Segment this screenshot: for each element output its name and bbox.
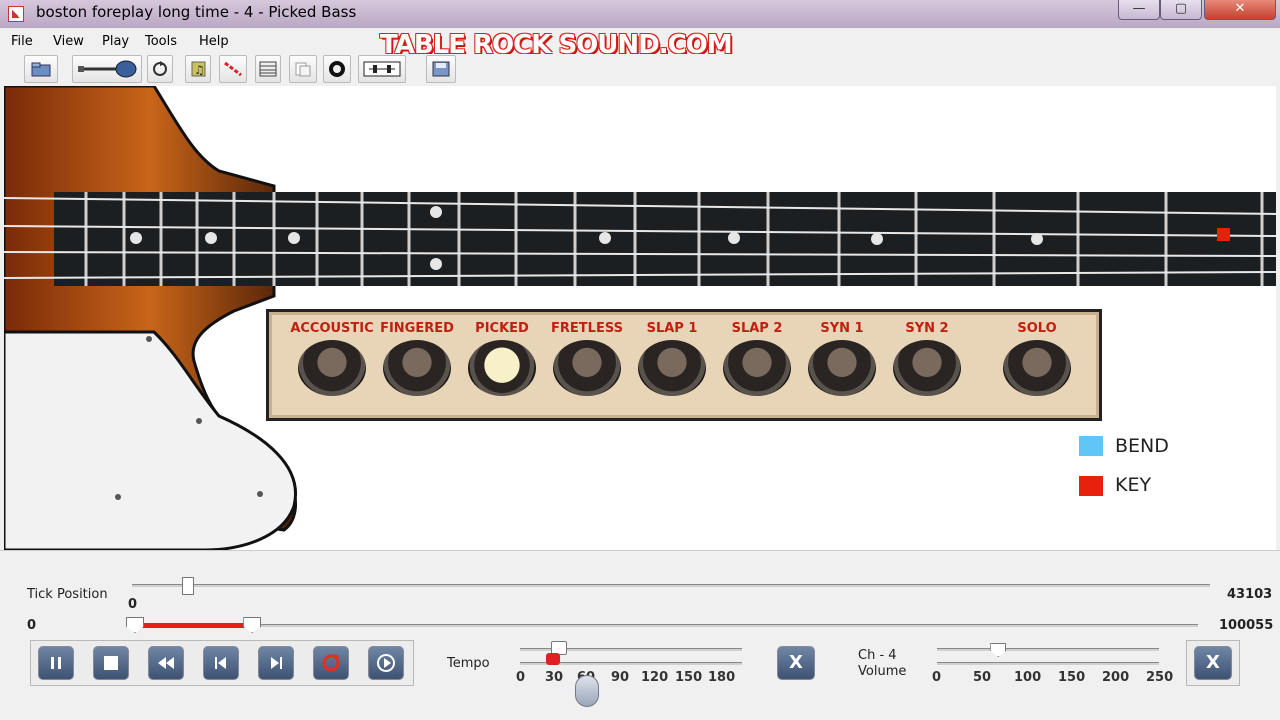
loop-icon[interactable] (147, 55, 173, 83)
tempo-tick: 30 (545, 670, 564, 685)
transport-area (0, 550, 1280, 720)
music-note-icon[interactable]: ♫ (185, 55, 211, 83)
tempo-label: Tempo (447, 656, 490, 671)
tempo-tick: 180 (708, 670, 736, 685)
menu-tools[interactable]: Tools (145, 34, 177, 49)
channel-label: Ch - 4 (858, 648, 897, 663)
previous-button[interactable] (203, 646, 239, 680)
toolbar: ♫ (0, 54, 1280, 86)
mixer-icon[interactable] (358, 55, 406, 83)
range-max: 100055 (1219, 618, 1274, 633)
tempo-marker (546, 653, 560, 665)
loop-reset-button[interactable] (313, 646, 349, 680)
pause-icon (51, 657, 61, 669)
close-window-button[interactable]: ✕ (1204, 0, 1276, 20)
rewind-button[interactable] (148, 646, 184, 680)
tempo-tick: 0 (516, 670, 526, 685)
tone-knob-picked[interactable] (468, 340, 536, 396)
stop-button[interactable] (93, 646, 129, 680)
save-icon[interactable] (426, 55, 456, 83)
menu-play[interactable]: Play (102, 34, 129, 49)
next-button[interactable] (258, 646, 294, 680)
title-bar: boston foreplay long time - 4 - Picked B… (0, 0, 1280, 28)
volume-tick: 250 (1146, 670, 1174, 685)
window-title: boston foreplay long time - 4 - Picked B… (36, 3, 357, 21)
next-icon (271, 657, 282, 669)
volume-tick: 50 (973, 670, 992, 685)
tick-position-label: Tick Position (27, 587, 108, 602)
svg-text:♫: ♫ (194, 63, 205, 77)
bend-swatch (1079, 436, 1103, 456)
volume-reset-button[interactable]: X (1194, 646, 1232, 680)
volume-track-top[interactable] (937, 648, 1159, 651)
previous-icon (215, 657, 226, 669)
volume-tick: 150 (1058, 670, 1086, 685)
tone-label-solo: SOLO (1017, 321, 1057, 336)
app-icon (8, 6, 24, 22)
mouse-cursor-icon (575, 675, 599, 707)
open-folder-icon[interactable] (24, 55, 58, 83)
volume-tick: 100 (1014, 670, 1042, 685)
range-min: 0 (27, 618, 37, 633)
copy-icon[interactable] (289, 55, 317, 83)
tempo-tick: 90 (611, 670, 630, 685)
rewind-icon (158, 657, 174, 669)
tempo-tick: 120 (641, 670, 669, 685)
tempo-reset-button[interactable]: X (777, 646, 815, 680)
tick-position-value: 0 (128, 597, 138, 612)
volume-label: Volume (858, 664, 907, 679)
key-label: KEY (1115, 474, 1152, 496)
maximize-button[interactable]: ▢ (1160, 0, 1202, 20)
tone-knob-slap-2[interactable] (723, 340, 791, 396)
stop-icon (104, 656, 118, 670)
tone-knob-accoustic[interactable] (298, 340, 366, 396)
tone-knob-slap-1[interactable] (638, 340, 706, 396)
tone-knob-syn-1[interactable] (808, 340, 876, 396)
volume-track-bottom[interactable] (937, 662, 1159, 665)
tempo-tick: 150 (675, 670, 703, 685)
volume-tick: 200 (1102, 670, 1130, 685)
minimize-button[interactable]: — (1118, 0, 1160, 20)
play-record-icon (377, 654, 395, 672)
bend-label: BEND (1115, 435, 1169, 457)
menu-help[interactable]: Help (199, 34, 229, 49)
tone-knob-solo[interactable] (1003, 340, 1071, 396)
tone-knob-fingered[interactable] (383, 340, 451, 396)
tick-position-thumb[interactable] (182, 577, 195, 595)
tone-knob-fretless[interactable] (553, 340, 621, 396)
tone-knob-syn-2[interactable] (893, 340, 961, 396)
range-fill (132, 623, 250, 628)
menu-file[interactable]: File (11, 34, 33, 49)
key-marker (1217, 228, 1230, 241)
tone-selector-panel: ACCOUSTIC FINGERED PICKED FRETLESS SLAP … (266, 309, 1102, 421)
play-record-button[interactable] (368, 646, 404, 680)
loop-reset-icon (322, 654, 340, 672)
guitar-icon[interactable] (72, 55, 142, 83)
record-icon[interactable] (323, 55, 351, 83)
volume-tick: 0 (932, 670, 942, 685)
range-track[interactable] (132, 624, 1198, 627)
tick-position-track[interactable] (132, 584, 1210, 587)
pause-button[interactable] (38, 646, 74, 680)
key-swatch (1079, 476, 1103, 496)
tick-position-max: 43103 (1227, 587, 1273, 602)
grid-icon[interactable] (255, 55, 281, 83)
menu-view[interactable]: View (53, 34, 84, 49)
red-line-icon[interactable] (219, 55, 247, 83)
tone-label-syn-2: SYN 2 (905, 321, 949, 336)
